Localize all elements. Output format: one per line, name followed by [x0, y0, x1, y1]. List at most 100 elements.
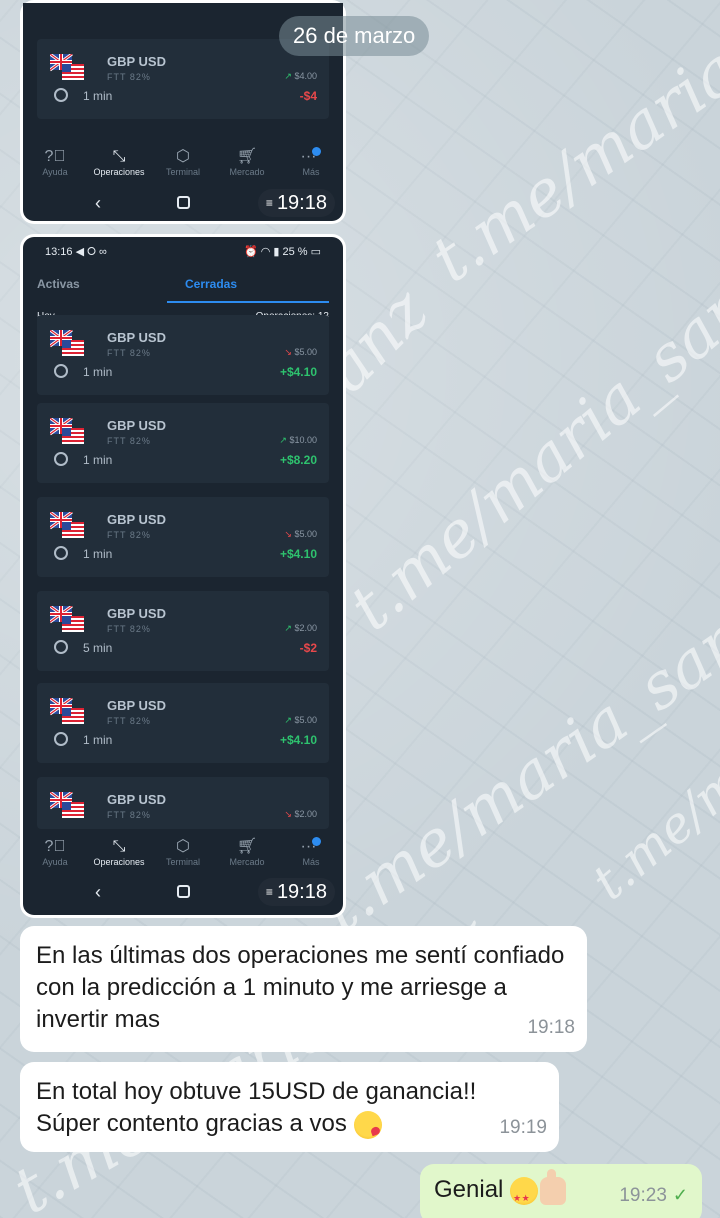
- trade-card[interactable]: GBP USD FTT 82% 1 min ↘ $5.00 +$4.10: [37, 315, 329, 395]
- arrow-up-icon: ↗: [284, 623, 292, 633]
- asset-pair: GBP USD: [107, 698, 166, 713]
- terminal-icon: ⬡: [176, 838, 190, 855]
- tab-indicator: [167, 301, 329, 303]
- nav-item-ayuda[interactable]: ?⃝ Ayuda: [25, 147, 85, 177]
- arrow-up-icon: ↗: [284, 715, 292, 725]
- trade-result: +$4.10: [279, 733, 317, 747]
- trade-duration: 1 min: [83, 365, 113, 379]
- asset-pair: GBP USD: [107, 418, 166, 433]
- trade-result: -$4: [299, 89, 317, 103]
- swap-icon: ⤡: [112, 148, 126, 165]
- clock-icon: [54, 732, 68, 746]
- arrow-up-icon: ↗: [284, 71, 292, 81]
- payout-label: FTT 82%: [107, 348, 151, 358]
- thumbs-up-emoji: [540, 1168, 567, 1205]
- uk-us-flag-icon: [50, 418, 84, 444]
- phone-status-bar: 13:16 ◀ ⭘ ∞ ⏰ ◠ ▮ 25 % ▭: [23, 237, 343, 267]
- trade-duration: 1 min: [83, 547, 113, 561]
- uk-us-flag-icon: [50, 606, 84, 632]
- payout-label: FTT 82%: [107, 530, 151, 540]
- nav-item-operaciones[interactable]: ⤡ Operaciones: [89, 837, 149, 867]
- trade-investment: ↘ $5.00: [284, 347, 317, 357]
- help-icon: ?⃝: [44, 148, 66, 165]
- system-nav-bar: ‹ ≡ 19:18: [23, 877, 343, 907]
- back-icon[interactable]: ‹: [95, 193, 101, 214]
- clock-icon: [54, 640, 68, 654]
- nav-item-mas[interactable]: ··· Más: [281, 837, 341, 867]
- clock-icon: [54, 546, 68, 560]
- message-timestamp: ≡ 19:18: [257, 878, 335, 906]
- system-nav-bar: ‹ ≡ 19:18: [23, 188, 343, 218]
- trade-investment: ↘ $5.00: [284, 529, 317, 539]
- trade-result: +$4.10: [279, 547, 317, 561]
- arrow-up-icon: ↗: [279, 435, 287, 445]
- nav-item-terminal[interactable]: ⬡ Terminal: [153, 147, 213, 177]
- check-icon: ✓: [672, 1185, 688, 1205]
- uk-us-flag-icon: [50, 54, 84, 80]
- trade-card[interactable]: GBP USD FTT 82% 1 min ↘ $5.00 +$4.10: [37, 497, 329, 577]
- image-message-screenshot-2[interactable]: 13:16 ◀ ⭘ ∞ ⏰ ◠ ▮ 25 % ▭ Activas Cerrada…: [20, 234, 346, 918]
- incoming-message[interactable]: En las últimas dos operaciones me sentí …: [20, 926, 587, 1052]
- arrow-down-icon: ↘: [284, 809, 292, 819]
- message-time: 19:19: [499, 1117, 547, 1138]
- cart-icon: 🛒︎: [236, 838, 258, 855]
- nav-item-operaciones[interactable]: ⤡ Operaciones: [89, 147, 149, 177]
- message-text: Genial: [434, 1176, 504, 1203]
- asset-pair: GBP USD: [107, 330, 166, 345]
- trade-duration: 1 min: [83, 453, 113, 467]
- cart-icon: 🛒︎: [236, 148, 258, 165]
- asset-pair: GBP USD: [107, 792, 166, 807]
- home-icon[interactable]: [177, 885, 190, 898]
- kissing-face-emoji: [353, 1110, 382, 1139]
- clock-icon: [54, 452, 68, 466]
- incoming-message[interactable]: En total hoy obtuve 15USD de ganancia!! …: [20, 1062, 559, 1152]
- nav-item-mas[interactable]: ··· Más: [281, 147, 341, 177]
- terminal-icon: ⬡: [176, 148, 190, 165]
- nav-item-mercado[interactable]: 🛒︎ Mercado: [217, 147, 277, 177]
- more-icon: ···: [281, 147, 341, 167]
- trade-duration: 1 min: [83, 733, 113, 747]
- outgoing-message[interactable]: Genial 19:23✓: [420, 1164, 702, 1218]
- uk-us-flag-icon: [50, 330, 84, 356]
- trade-card[interactable]: GBP USD FTT 82% 5 min ↗ $2.00 -$2: [37, 591, 329, 671]
- trade-result: +$4.10: [279, 365, 317, 379]
- back-icon[interactable]: ‹: [95, 882, 101, 903]
- payout-label: FTT 82%: [107, 436, 151, 446]
- swap-icon: ⤡: [112, 838, 126, 855]
- more-icon: ···: [281, 837, 341, 857]
- recent-apps-icon: ≡: [265, 196, 273, 210]
- trade-card[interactable]: GBP USD FTT 82% 1 min ↗ $5.00 +$4.10: [37, 683, 329, 763]
- clock-icon: [54, 364, 68, 378]
- trade-investment: ↗ $5.00: [284, 715, 317, 725]
- recent-apps-icon: ≡: [265, 885, 273, 899]
- help-icon: ?⃝: [44, 838, 66, 855]
- home-icon[interactable]: [177, 196, 190, 209]
- nav-item-mercado[interactable]: 🛒︎ Mercado: [217, 837, 277, 867]
- trade-investment: ↗ $10.00: [279, 435, 317, 445]
- payout-label: FTT 82%: [107, 72, 151, 82]
- asset-pair: GBP USD: [107, 54, 166, 69]
- message-timestamp: ≡ 19:18: [257, 189, 335, 217]
- trade-card[interactable]: GBP USD FTT 82% ↘ $2.00: [37, 777, 329, 829]
- tab-cerradas[interactable]: Cerradas: [185, 277, 237, 291]
- arrow-down-icon: ↘: [284, 347, 292, 357]
- message-time: 19:18: [527, 1017, 575, 1038]
- nav-item-terminal[interactable]: ⬡ Terminal: [153, 837, 213, 867]
- clock-icon: [54, 88, 68, 102]
- nav-item-ayuda[interactable]: ?⃝ Ayuda: [25, 837, 85, 867]
- trade-result: +$8.20: [279, 453, 317, 467]
- trade-card[interactable]: GBP USD FTT 82% 1 min ↗ $10.00 +$8.20: [37, 403, 329, 483]
- tab-activas[interactable]: Activas: [37, 277, 80, 291]
- uk-us-flag-icon: [50, 698, 84, 724]
- message-time: 19:23 ✓: [619, 1185, 688, 1206]
- asset-pair: GBP USD: [107, 606, 166, 621]
- message-text: En total hoy obtuve 15USD de ganancia!! …: [36, 1078, 477, 1137]
- trade-investment: ↗ $2.00: [284, 623, 317, 633]
- trade-result: -$2: [299, 641, 317, 655]
- arrow-down-icon: ↘: [284, 529, 292, 539]
- uk-us-flag-icon: [50, 512, 84, 538]
- trade-investment: ↗ $4.00: [284, 71, 317, 81]
- status-battery: ⏰ ◠ ▮ 25 % ▭: [243, 246, 321, 258]
- uk-us-flag-icon: [50, 792, 84, 818]
- trade-duration: 1 min: [83, 89, 113, 103]
